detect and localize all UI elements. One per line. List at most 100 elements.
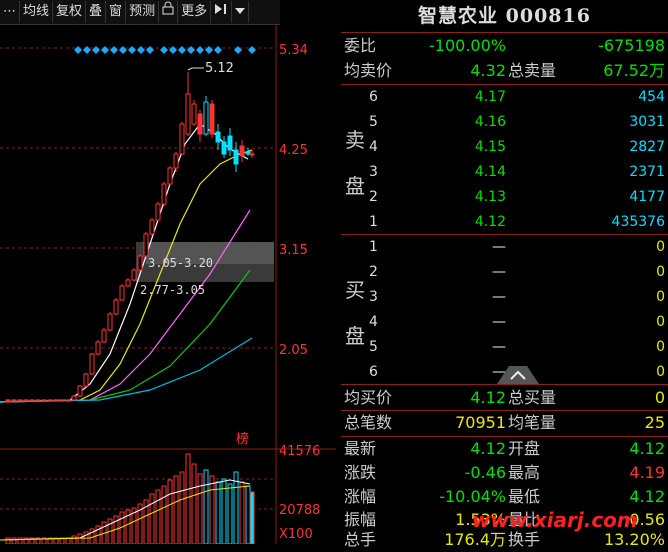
signal-diamond [214, 46, 222, 54]
volume-bar [197, 473, 203, 544]
high-marker-line [187, 67, 204, 71]
volume-bar [203, 469, 209, 544]
toolbar-adjust-button[interactable]: 复权 [53, 1, 87, 23]
buy-volume: 0 [656, 289, 665, 305]
signal-diamond [234, 46, 242, 54]
sell-row-4[interactable]: 4 4.15 2827 [341, 135, 668, 160]
total-sell-value: 67.52万 [603, 61, 665, 80]
sell-price: 4.12 [474, 214, 506, 230]
lock-icon[interactable] [159, 1, 179, 23]
buy-level: 3 [369, 289, 378, 305]
candle-body [173, 153, 179, 169]
candle-body [131, 269, 137, 281]
toolbar-more-button[interactable]: 更多 [178, 1, 212, 23]
avg-sell-row: 均卖价 4.32 总卖量 67.52万 [341, 59, 668, 83]
collapse-arrow-icon[interactable] [487, 364, 549, 384]
candle-body [249, 153, 255, 156]
toolbar-more-left[interactable]: ⋯ [0, 1, 20, 23]
ma20-line [0, 209, 251, 403]
total-sell-label: 总卖量 [508, 61, 557, 80]
price-tick-2: 4.25 [279, 143, 308, 158]
volume-bar [249, 491, 255, 544]
change-pct-value: -10.04% [439, 487, 506, 506]
buy-row-1[interactable]: 1 — 0 [341, 235, 668, 260]
buy-level: 4 [369, 314, 378, 330]
change-row: 涨跌 -0.46 最高 4.19 [341, 461, 668, 485]
sell-level: 2 [369, 189, 378, 205]
toolbar-window-button[interactable]: 窗 [106, 1, 127, 23]
trades-label: 总笔数 [344, 413, 393, 432]
sell-row-5[interactable]: 5 4.16 3031 [341, 110, 668, 135]
signal-diamond [83, 46, 91, 54]
volume-bar [149, 493, 155, 544]
sell-row-6[interactable]: 6 4.17 454 [341, 85, 668, 110]
wb-row: 委比 -100.00% -675198 [341, 34, 668, 58]
volume-bar [245, 485, 251, 544]
volume-bar [11, 537, 17, 544]
total-buy-label: 总买量 [508, 388, 557, 407]
sell-price: 4.17 [474, 89, 506, 105]
high-label: 最高 [508, 463, 541, 482]
buy-row-4[interactable]: 4 — 0 [341, 310, 668, 335]
candle-body [83, 373, 89, 387]
candle-body [191, 103, 197, 125]
stock-title: 智慧农业 000816 [418, 5, 591, 27]
signal-diamond [160, 46, 168, 54]
sell-volume: 3031 [629, 114, 665, 130]
zone-label-lower: 2.77-3.05 [140, 283, 205, 297]
candle-body [29, 399, 35, 402]
open-label: 开盘 [508, 439, 541, 458]
buy-row-2[interactable]: 2 — 0 [341, 260, 668, 285]
volume-tick-1: 41576 [279, 444, 320, 459]
quote-panel: 智慧农业 000816 委比 -100.00% -675198 均卖价 4.32… [341, 0, 668, 549]
candle-body [65, 399, 71, 402]
volume-bar [209, 475, 215, 544]
signal-diamond [187, 46, 195, 54]
change-pct-row: 涨幅 -10.04% 最低 4.12 [341, 485, 668, 509]
candle-body [17, 399, 23, 402]
wb-pct: -100.00% [429, 36, 506, 55]
kline-chart[interactable]: 3.05-3.20 2.77-3.05 5.12 5.34 4.25 3.15 … [0, 24, 336, 544]
volume-bar [17, 537, 23, 544]
buy-level: 2 [369, 264, 378, 280]
sell-price: 4.14 [474, 164, 506, 180]
candle-body [107, 313, 113, 331]
divider [341, 32, 668, 33]
sell-row-3[interactable]: 3 4.14 2371 [341, 160, 668, 185]
buy-row-3[interactable]: 3 — 0 [341, 285, 668, 310]
avg-buy-value: 4.12 [470, 388, 506, 407]
signal-diamond [74, 46, 82, 54]
buy-volume: 0 [656, 314, 665, 330]
candle-body [53, 399, 59, 402]
wb-diff: -675198 [598, 36, 665, 55]
buy-row-5[interactable]: 5 — 0 [341, 335, 668, 360]
candle-body [71, 395, 77, 401]
toolbar-ma-button[interactable]: 均线 [20, 1, 54, 23]
candle-body [41, 399, 47, 402]
candle-body [11, 399, 17, 402]
toolbar-forecast-button[interactable]: 预测 [126, 1, 160, 23]
candle-body [113, 299, 119, 315]
sell-price: 4.15 [474, 139, 506, 155]
signal-diamond [205, 46, 213, 54]
toolbar-overlay-button[interactable]: 叠 [86, 1, 107, 23]
candle-body [143, 233, 149, 257]
candle-body [185, 93, 191, 135]
dropdown-icon[interactable] [232, 1, 250, 23]
trades-row: 总笔数 70951 均笔量 25 [341, 411, 668, 435]
avg-sell-label: 均卖价 [344, 61, 393, 80]
sell-volume: 454 [638, 89, 665, 105]
signal-diamond [169, 46, 177, 54]
signal-diamond [119, 46, 127, 54]
avg-trade-value: 25 [644, 413, 665, 432]
play-icon[interactable] [211, 1, 233, 23]
signal-diamond [92, 46, 100, 54]
buy-price: — [492, 314, 506, 330]
sell-row-1[interactable]: 1 4.12 435376 [341, 210, 668, 235]
latest-row: 最新 4.12 开盘 4.12 [341, 437, 668, 461]
candle-body [221, 141, 227, 155]
latest-value: 4.12 [470, 439, 506, 458]
buy-volume: 0 [656, 339, 665, 355]
volume-bar [239, 481, 245, 544]
sell-row-2[interactable]: 2 4.13 4177 [341, 185, 668, 210]
